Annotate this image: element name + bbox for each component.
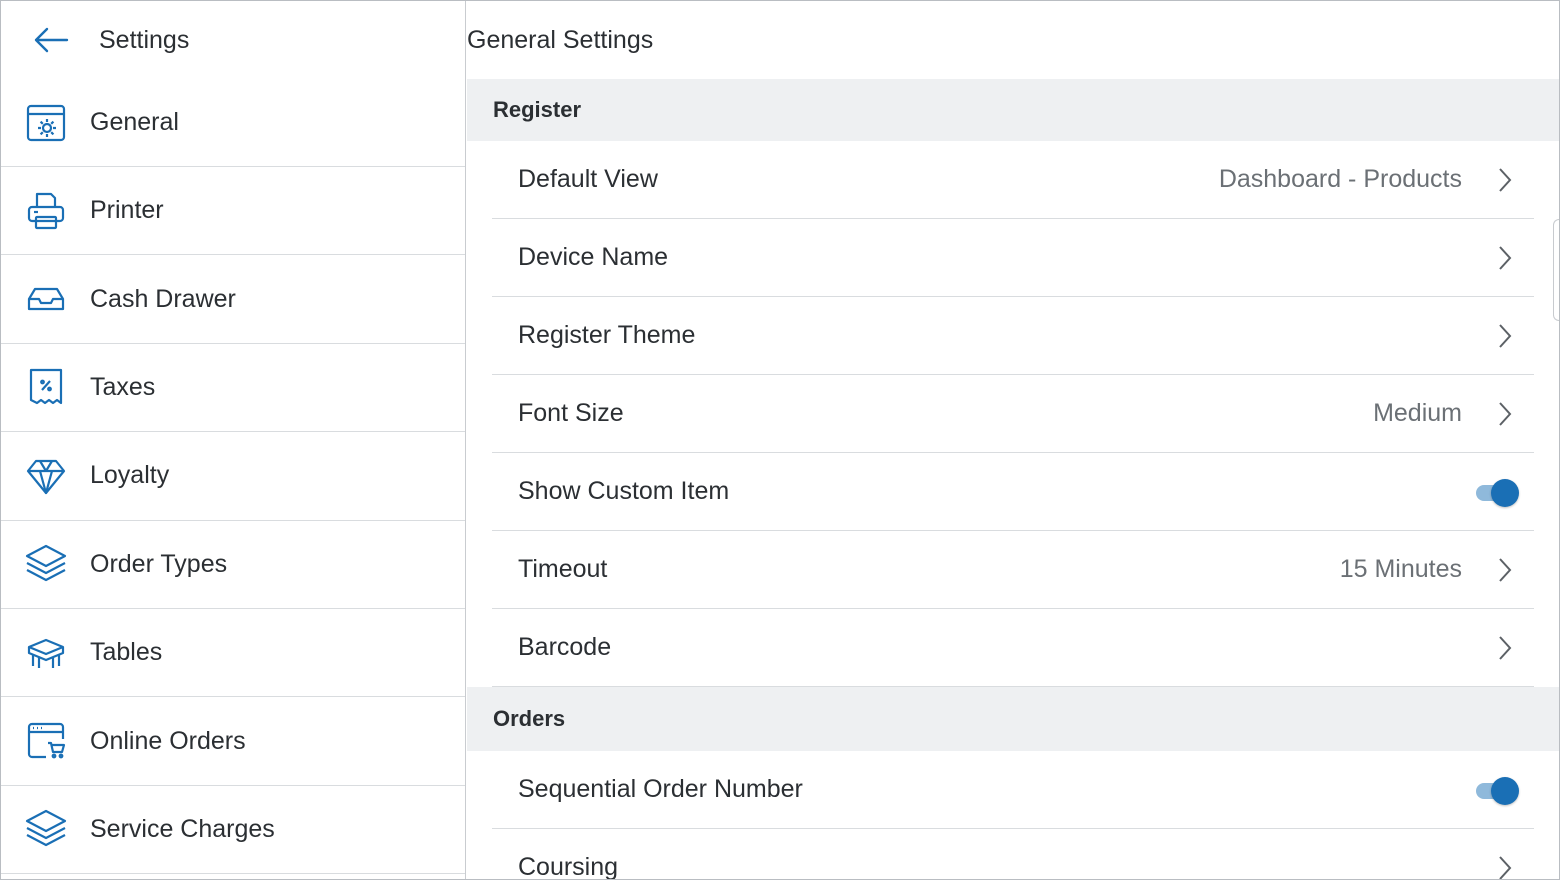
arrow-left-icon <box>34 27 69 53</box>
sidebar-item-label: Cash Drawer <box>90 284 236 313</box>
setting-label: Default View <box>518 165 658 193</box>
setting-value: Medium <box>1373 399 1462 427</box>
layers-icon <box>25 808 67 850</box>
general-settings-panel: General Settings Register Default View D… <box>467 1 1559 880</box>
diamond-icon <box>25 455 67 497</box>
toggle-knob <box>1491 776 1519 805</box>
sidebar-item-label: General <box>90 108 179 136</box>
page-title: General Settings <box>467 25 654 54</box>
sidebar-item-printer[interactable]: Printer <box>1 167 465 256</box>
setting-label: Barcode <box>518 633 612 661</box>
sidebar-item-taxes[interactable]: Taxes <box>1 344 465 433</box>
table-icon <box>25 632 67 674</box>
setting-label: Coursing <box>518 853 619 880</box>
chevron-right-icon <box>1496 556 1514 584</box>
setting-row-barcode[interactable]: Barcode <box>492 609 1534 687</box>
sidebar-item-general[interactable]: General <box>1 79 465 167</box>
sidebar-item-label: Loyalty <box>90 461 170 490</box>
section-header-orders: Orders <box>467 687 1559 751</box>
chevron-right-icon <box>1496 322 1514 350</box>
sidebar-item-label: Printer <box>90 196 164 225</box>
sidebar-item-label: Tables <box>90 638 163 667</box>
setting-row-device-name[interactable]: Device Name <box>492 219 1534 297</box>
cash-drawer-icon <box>25 278 67 320</box>
setting-value: Dashboard - Products <box>1218 165 1462 193</box>
sidebar-item-online-orders[interactable]: Online Orders <box>1 697 465 786</box>
settings-sidebar: Settings General Printer Cash Drawer Tax… <box>1 1 466 879</box>
sidebar-title: Settings <box>99 25 190 54</box>
setting-value: 15 Minutes <box>1339 555 1462 583</box>
back-button[interactable] <box>31 20 71 60</box>
sidebar-item-service-charges[interactable]: Service Charges <box>1 786 465 875</box>
general-settings-icon <box>25 102 67 144</box>
chevron-right-icon <box>1496 244 1514 272</box>
setting-row-show-custom-item: Show Custom Item <box>492 453 1534 531</box>
chevron-right-icon <box>1496 634 1514 662</box>
chevron-right-icon <box>1496 854 1514 879</box>
setting-label: Register Theme <box>518 321 696 349</box>
setting-row-font-size[interactable]: Font Size Medium <box>492 375 1534 453</box>
sequential-order-number-toggle[interactable] <box>1476 776 1519 805</box>
online-cart-icon <box>25 720 67 762</box>
toggle-knob <box>1491 478 1519 507</box>
setting-row-sequential-order-number: Sequential Order Number <box>492 751 1534 829</box>
sidebar-item-label: Order Types <box>90 549 228 578</box>
sidebar-item-cash-drawer[interactable]: Cash Drawer <box>1 255 465 344</box>
setting-row-default-view[interactable]: Default View Dashboard - Products <box>492 141 1534 219</box>
sidebar-item-tables[interactable]: Tables <box>1 609 465 698</box>
chevron-right-icon <box>1496 166 1514 194</box>
scrollbar-thumb[interactable] <box>1553 219 1559 321</box>
settings-nav: General Printer Cash Drawer Taxes Loyalt… <box>1 79 465 875</box>
setting-label: Timeout <box>518 555 608 583</box>
chevron-right-icon <box>1496 400 1514 428</box>
setting-row-register-theme[interactable]: Register Theme <box>492 297 1534 375</box>
sidebar-header: Settings <box>1 1 465 79</box>
sidebar-item-loyalty[interactable]: Loyalty <box>1 432 465 521</box>
setting-label: Font Size <box>518 399 624 427</box>
setting-row-coursing[interactable]: Coursing <box>492 829 1534 880</box>
setting-label: Device Name <box>518 243 669 271</box>
printer-icon <box>25 190 67 232</box>
sidebar-item-label: Online Orders <box>90 726 246 755</box>
sidebar-item-label: Service Charges <box>90 814 275 843</box>
sidebar-item-label: Taxes <box>90 372 156 401</box>
setting-label: Sequential Order Number <box>518 775 803 803</box>
app-window: Settings General Printer Cash Drawer Tax… <box>0 0 1560 880</box>
setting-label: Show Custom Item <box>518 477 730 505</box>
tax-receipt-icon <box>25 366 67 408</box>
layers-icon <box>25 543 67 585</box>
section-header-register: Register <box>467 79 1559 141</box>
setting-row-timeout[interactable]: Timeout 15 Minutes <box>492 531 1534 609</box>
show-custom-item-toggle[interactable] <box>1476 478 1519 507</box>
sidebar-item-order-types[interactable]: Order Types <box>1 521 465 609</box>
